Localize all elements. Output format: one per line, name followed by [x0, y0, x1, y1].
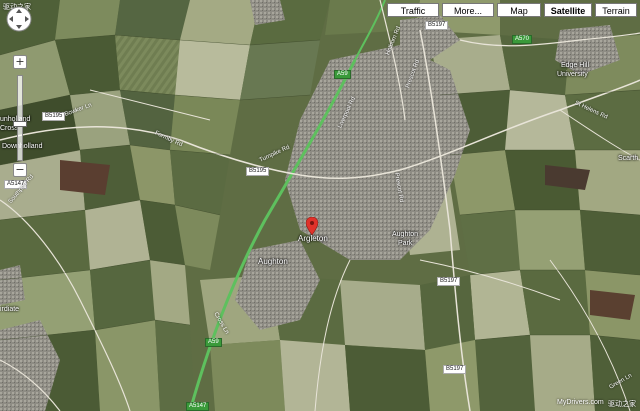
road-a59-bottom: A59	[205, 338, 222, 347]
place-ordiate: irdiate	[0, 306, 20, 313]
zoom-slider-track[interactable]	[17, 75, 23, 161]
road-a570: A570	[512, 35, 533, 44]
plus-icon: +	[15, 55, 25, 68]
marker-label: Argleton	[298, 234, 328, 243]
place-aughton: Aughton	[258, 257, 288, 266]
road-a5147-bottom: A5147	[186, 402, 210, 411]
maptype-satellite-label: Satellite	[550, 6, 586, 16]
maptype-more-label: More...	[453, 6, 482, 16]
zoom-in-button[interactable]: +	[13, 55, 27, 69]
minus-icon: −	[15, 163, 25, 176]
zoom-slider-thumb[interactable]	[13, 120, 27, 127]
road-b5195-left: B5195	[42, 112, 66, 121]
maptype-map-label: Map	[510, 6, 528, 16]
maptype-satellite-button[interactable]: Satellite	[544, 3, 592, 17]
maptype-traffic-label: Traffic	[400, 6, 426, 16]
place-aughton-park-1: Aughton	[392, 231, 419, 238]
watermark-bottom-right-2: 驱动之家	[608, 401, 636, 408]
place-edge-hill-1: Edge Hill	[561, 62, 590, 69]
place-edge-hill-2: University	[557, 71, 588, 78]
road-b5195-mid: B5195	[246, 167, 270, 176]
satellite-map[interactable]: Argleton Aughton Aughton Park Edge Hill …	[0, 0, 640, 411]
satellite-imagery	[0, 0, 640, 411]
maptype-map-button[interactable]: Map	[497, 3, 541, 17]
maptype-terrain-label: Terrain	[602, 6, 630, 16]
pan-control[interactable]	[5, 5, 33, 33]
zoom-out-button[interactable]: −	[13, 163, 27, 177]
road-b5197-right: B5197	[437, 277, 461, 286]
road-b5197-top: B5197	[425, 21, 449, 30]
watermark-bottom-right-1: MyDrivers.com	[557, 399, 604, 406]
map-marker-icon[interactable]	[306, 217, 318, 235]
road-b5197-bottom: B5197	[443, 365, 467, 374]
maptype-terrain-button[interactable]: Terrain	[595, 3, 637, 17]
place-scarth: Scarth	[618, 155, 639, 162]
maptype-traffic-button[interactable]: Traffic	[387, 3, 439, 17]
maptype-more-button[interactable]: More...	[442, 3, 494, 17]
place-aughton-park-2: Park	[398, 240, 413, 247]
road-a59-top: A59	[334, 70, 351, 79]
